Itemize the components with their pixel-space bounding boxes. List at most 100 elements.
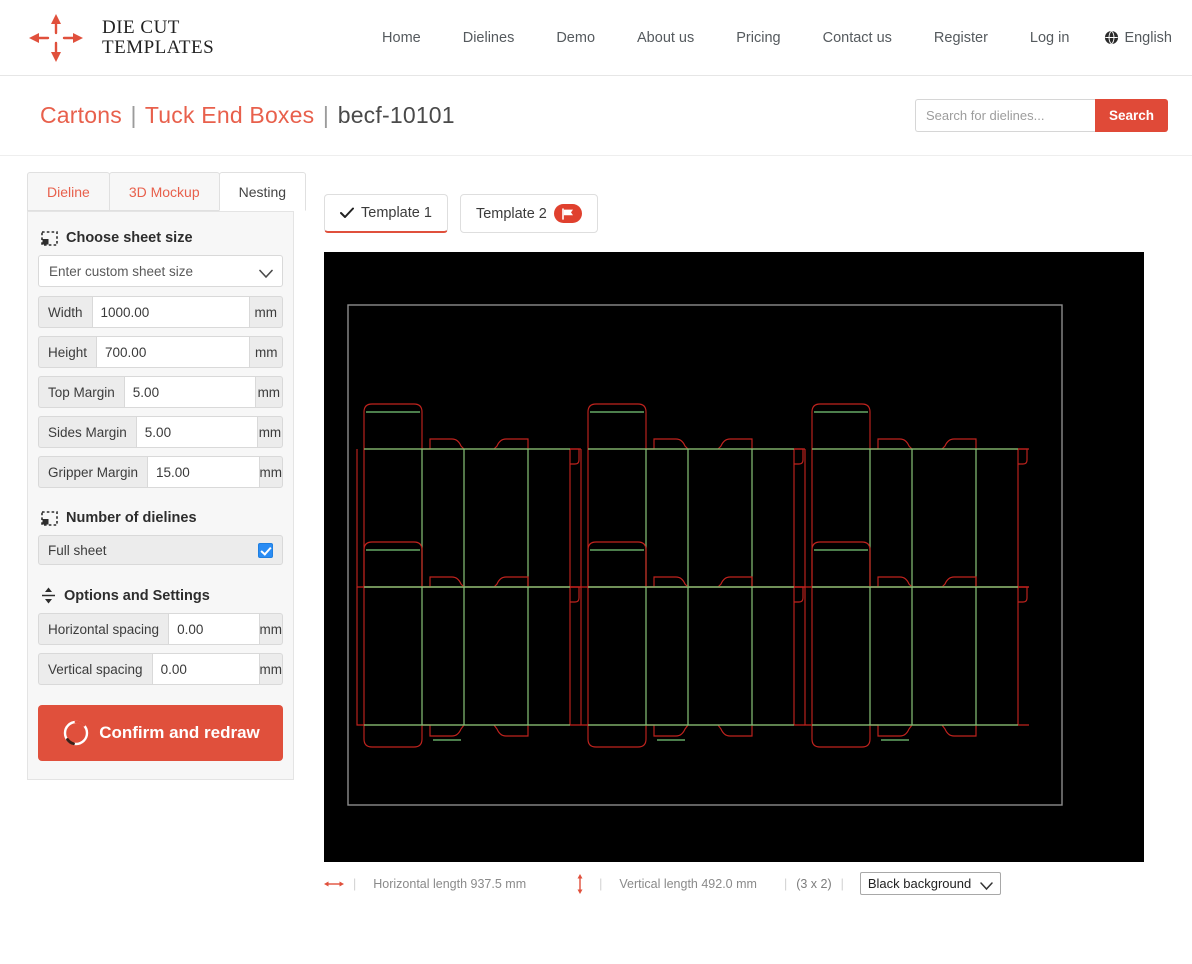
template-2-label: Template 2 <box>475 205 547 222</box>
confirm-and-redraw-button[interactable]: Confirm and redraw <box>38 705 283 761</box>
site-header: DIE CUT TEMPLATES Home Dielines Demo Abo… <box>0 0 1192 76</box>
field-vertical-spacing-unit: mm <box>258 653 283 685</box>
tab-dieline[interactable]: Dieline <box>27 172 110 211</box>
field-sides-margin-input[interactable] <box>135 416 257 448</box>
brand-logo[interactable]: DIE CUT TEMPLATES <box>24 9 354 67</box>
field-sides-margin: Sides Margin mm <box>38 416 283 448</box>
template-1-label: Template 1 <box>361 205 432 221</box>
vertical-length-text: Vertical length 492.0 mm <box>619 876 757 891</box>
breadcrumb-separator-2: | <box>322 102 330 128</box>
vertical-arrow-icon <box>570 873 590 894</box>
background-select-wrap: Black background <box>859 872 1001 895</box>
breadcrumb-separator-1: | <box>130 102 137 128</box>
dielines-title: Number of dielines <box>66 510 197 526</box>
search-input[interactable] <box>914 99 1095 132</box>
field-height-label: Height <box>38 336 97 368</box>
dielines-section-header: Number of dielines <box>41 510 283 526</box>
spacing-icon <box>41 587 56 604</box>
template-tabs: Template 1 Template 2 <box>324 194 1192 233</box>
field-horizontal-spacing: Horizontal spacing mm <box>38 613 283 645</box>
nav-item-about-us[interactable]: About us <box>616 22 715 54</box>
breadcrumb-category[interactable]: Cartons <box>40 102 122 128</box>
breadcrumb: Cartons | Tuck End Boxes | becf-10101 <box>40 102 455 129</box>
sub-header: Cartons | Tuck End Boxes | becf-10101 Se… <box>0 76 1192 156</box>
field-vertical-spacing-label: Vertical spacing <box>38 653 152 685</box>
field-width-unit: mm <box>248 296 283 328</box>
sheet-size-select[interactable]: Enter custom sheet size <box>38 255 283 287</box>
field-sides-margin-unit: mm <box>256 416 283 448</box>
field-horizontal-spacing-unit: mm <box>258 613 283 645</box>
sheet-size-icon <box>41 230 58 246</box>
nesting-canvas[interactable] <box>324 252 1144 862</box>
nav-item-dielines[interactable]: Dielines <box>442 22 536 54</box>
template-1-tab[interactable]: Template 1 <box>324 194 448 233</box>
breadcrumb-subcategory[interactable]: Tuck End Boxes <box>145 102 314 128</box>
field-top-margin: Top Margin mm <box>38 376 283 408</box>
field-height-input[interactable] <box>96 336 250 368</box>
tab-3d-mockup[interactable]: 3D Mockup <box>108 172 220 211</box>
main-content: Template 1 Template 2 | Horizontal lengt… <box>296 156 1192 895</box>
brand-text: DIE CUT TEMPLATES <box>102 17 215 58</box>
sheet-size-select-row: Enter custom sheet size <box>38 255 283 287</box>
check-icon <box>340 207 354 219</box>
options-title: Options and Settings <box>64 587 210 604</box>
background-select[interactable]: Black background <box>859 872 1001 895</box>
field-height-unit: mm <box>249 336 283 368</box>
template-2-tab[interactable]: Template 2 <box>459 194 598 233</box>
status-separator-2: | <box>599 876 603 891</box>
status-separator-1: | <box>353 876 357 891</box>
nav-item-contact-us[interactable]: Contact us <box>802 22 913 54</box>
full-sheet-row[interactable]: Full sheet <box>38 535 283 565</box>
search-form: Search <box>914 99 1168 132</box>
field-height: Height mm <box>38 336 283 368</box>
status-bar: | Horizontal length 937.5 mm | Vertical … <box>324 862 1144 895</box>
field-top-margin-label: Top Margin <box>38 376 124 408</box>
field-sides-margin-label: Sides Margin <box>38 416 136 448</box>
field-gripper-margin-label: Gripper Margin <box>38 456 148 488</box>
confirm-button-label: Confirm and redraw <box>99 723 260 742</box>
main-nav: Home Dielines Demo About us Pricing Cont… <box>354 22 1176 54</box>
nav-item-log-in[interactable]: Log in <box>1009 22 1091 54</box>
nav-item-pricing[interactable]: Pricing <box>715 22 801 54</box>
sheet-size-icon <box>41 510 58 526</box>
options-section-header: Options and Settings <box>41 587 283 604</box>
field-horizontal-spacing-input[interactable] <box>168 613 259 645</box>
field-vertical-spacing-input[interactable] <box>151 653 259 685</box>
field-width-input[interactable] <box>91 296 249 328</box>
field-top-margin-unit: mm <box>254 376 283 408</box>
field-gripper-margin: Gripper Margin mm <box>38 456 283 488</box>
view-tabs: Dieline 3D Mockup Nesting <box>27 172 307 211</box>
search-button[interactable]: Search <box>1094 99 1168 132</box>
globe-icon <box>1104 30 1119 45</box>
field-width-label: Width <box>38 296 92 328</box>
full-sheet-label: Full sheet <box>48 542 107 558</box>
full-sheet-checkbox[interactable] <box>258 542 273 558</box>
brand-line-2: TEMPLATES <box>102 36 215 58</box>
nesting-drawing <box>324 252 1144 862</box>
sheet-size-title: Choose sheet size <box>66 230 193 246</box>
horizontal-length-text: Horizontal length 937.5 mm <box>373 876 527 891</box>
nav-item-register[interactable]: Register <box>913 22 1009 54</box>
nesting-count-text: (3 x 2) <box>796 876 832 891</box>
sheet-size-section-header: Choose sheet size <box>41 230 283 246</box>
field-top-margin-input[interactable] <box>123 376 255 408</box>
field-gripper-margin-unit: mm <box>258 456 283 488</box>
sidebar: Dieline 3D Mockup Nesting Choose sheet s… <box>0 156 307 780</box>
field-vertical-spacing: Vertical spacing mm <box>38 653 283 685</box>
nav-item-home[interactable]: Home <box>361 22 442 54</box>
status-separator-3: | <box>783 876 788 891</box>
canvas-background <box>324 252 1144 862</box>
field-gripper-margin-input[interactable] <box>147 456 259 488</box>
spinner-icon <box>61 718 91 748</box>
flag-icon <box>553 204 582 223</box>
horizontal-arrow-icon <box>324 879 344 889</box>
status-separator-4: | <box>840 876 844 891</box>
sidebar-panel: Choose sheet size Enter custom sheet siz… <box>27 211 294 780</box>
breadcrumb-current: becf-10101 <box>337 102 455 128</box>
field-width: Width mm <box>38 296 283 328</box>
field-horizontal-spacing-label: Horizontal spacing <box>38 613 169 645</box>
tab-nesting[interactable]: Nesting <box>218 172 307 211</box>
language-selector[interactable]: English <box>1090 22 1176 54</box>
nav-item-demo[interactable]: Demo <box>535 22 616 54</box>
four-way-arrow-icon <box>24 9 88 67</box>
